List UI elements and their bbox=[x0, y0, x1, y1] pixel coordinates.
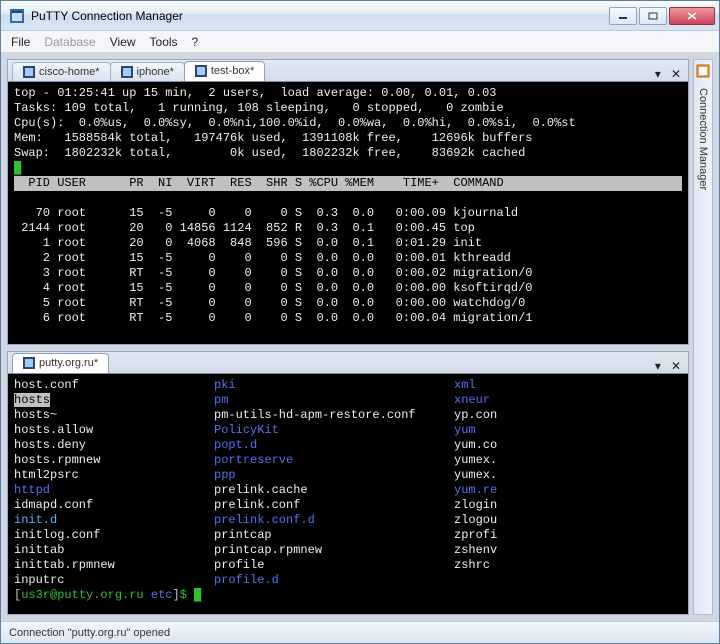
panel-menu-button[interactable]: ▾ bbox=[652, 359, 664, 373]
shell-prompt: [us3r@putty.org.ru etc]$ █ bbox=[14, 588, 201, 602]
window-title: PuTTY Connection Manager bbox=[31, 9, 609, 23]
window-controls bbox=[609, 7, 719, 25]
menu-view[interactable]: View bbox=[110, 35, 136, 49]
menu-help[interactable]: ? bbox=[192, 35, 199, 49]
menu-database[interactable]: Database bbox=[44, 35, 95, 49]
terminal-icon bbox=[121, 66, 133, 78]
panel-bottom: putty.org.ru* ▾ ✕ host.confpkixmlhostspm… bbox=[7, 351, 689, 615]
tab-bar-top: cisco-home* iphone* test-box* ▾ ✕ bbox=[8, 60, 688, 82]
connection-manager-icon bbox=[696, 64, 710, 78]
process-row: 5 root RT -5 0 0 0 S 0.0 0.0 0:00.00 wat… bbox=[14, 296, 525, 310]
tab-puttyorgru[interactable]: putty.org.ru* bbox=[12, 353, 109, 373]
side-panel-label: Connection Manager bbox=[697, 88, 709, 190]
terminal-icon bbox=[23, 66, 35, 78]
process-row: 3 root RT -5 0 0 0 S 0.0 0.0 0:00.02 mig… bbox=[14, 266, 532, 280]
tab-bar-bottom: putty.org.ru* ▾ ✕ bbox=[8, 352, 688, 374]
ls-row: httpdprelink.cacheyum.re bbox=[14, 483, 682, 498]
process-table-header: PID USER PR NI VIRT RES SHR S %CPU %MEM … bbox=[14, 176, 682, 191]
ls-row: inittabprintcap.rpmnewzshenv bbox=[14, 543, 682, 558]
titlebar: PuTTY Connection Manager bbox=[1, 1, 719, 31]
close-button[interactable] bbox=[669, 7, 715, 25]
process-row: 1 root 20 0 4068 848 596 S 0.0 0.1 0:01.… bbox=[14, 236, 482, 250]
status-text: Connection "putty.org.ru" opened bbox=[9, 627, 170, 639]
workarea: cisco-home* iphone* test-box* ▾ ✕ top - … bbox=[1, 53, 719, 621]
ls-row: hosts.allowPolicyKityum bbox=[14, 423, 682, 438]
menu-file[interactable]: File bbox=[11, 35, 30, 49]
tab-cisco-home[interactable]: cisco-home* bbox=[12, 62, 111, 81]
process-row: 2 root 15 -5 0 0 0 S 0.0 0.0 0:00.01 kth… bbox=[14, 251, 511, 265]
ls-row: hosts~pm-utils-hd-apm-restore.confyp.con bbox=[14, 408, 682, 423]
ls-row: html2psrcpppyumex. bbox=[14, 468, 682, 483]
app-window: PuTTY Connection Manager File Database V… bbox=[0, 0, 720, 644]
ls-row: inputrcprofile.d bbox=[14, 573, 682, 588]
ls-row: init.dprelink.conf.dzlogou bbox=[14, 513, 682, 528]
ls-row: inittab.rpmnewprofilezshrc bbox=[14, 558, 682, 573]
ls-row: hostspmxneur bbox=[14, 393, 682, 408]
ls-row: idmapd.confprelink.confzlogin bbox=[14, 498, 682, 513]
left-stack: cisco-home* iphone* test-box* ▾ ✕ top - … bbox=[7, 59, 689, 615]
terminal-icon bbox=[23, 357, 35, 369]
maximize-button[interactable] bbox=[639, 7, 667, 25]
panel-top: cisco-home* iphone* test-box* ▾ ✕ top - … bbox=[7, 59, 689, 345]
tab-iphone[interactable]: iphone* bbox=[110, 62, 185, 81]
panel-close-button[interactable]: ✕ bbox=[668, 359, 684, 373]
panel-close-button[interactable]: ✕ bbox=[668, 67, 684, 81]
terminal-icon bbox=[195, 65, 207, 77]
ls-row: hosts.denypopt.dyum.co bbox=[14, 438, 682, 453]
ls-row: host.confpkixml bbox=[14, 378, 682, 393]
process-row: 4 root 15 -5 0 0 0 S 0.0 0.0 0:00.00 kso… bbox=[14, 281, 532, 295]
tab-test-box[interactable]: test-box* bbox=[184, 61, 265, 81]
ls-row: hosts.rpmnewportreserveyumex. bbox=[14, 453, 682, 468]
menubar: File Database View Tools ? bbox=[1, 31, 719, 53]
ls-row: initlog.confprintcapzprofi bbox=[14, 528, 682, 543]
terminal-top[interactable]: top - 01:25:41 up 15 min, 2 users, load … bbox=[8, 82, 688, 344]
menu-tools[interactable]: Tools bbox=[150, 35, 178, 49]
process-row: 6 root RT -5 0 0 0 S 0.0 0.0 0:00.04 mig… bbox=[14, 311, 532, 325]
side-panel-collapsed[interactable]: Connection Manager bbox=[693, 59, 713, 615]
process-row: 2144 root 20 0 14856 1124 852 R 0.3 0.1 … bbox=[14, 221, 475, 235]
terminal-bottom[interactable]: host.confpkixmlhostspmxneurhosts~pm-util… bbox=[8, 374, 688, 614]
minimize-button[interactable] bbox=[609, 7, 637, 25]
panel-menu-button[interactable]: ▾ bbox=[652, 67, 664, 81]
statusbar: Connection "putty.org.ru" opened bbox=[1, 621, 719, 643]
process-row: 70 root 15 -5 0 0 0 S 0.3 0.0 0:00.09 kj… bbox=[14, 206, 518, 220]
app-icon bbox=[9, 8, 25, 24]
